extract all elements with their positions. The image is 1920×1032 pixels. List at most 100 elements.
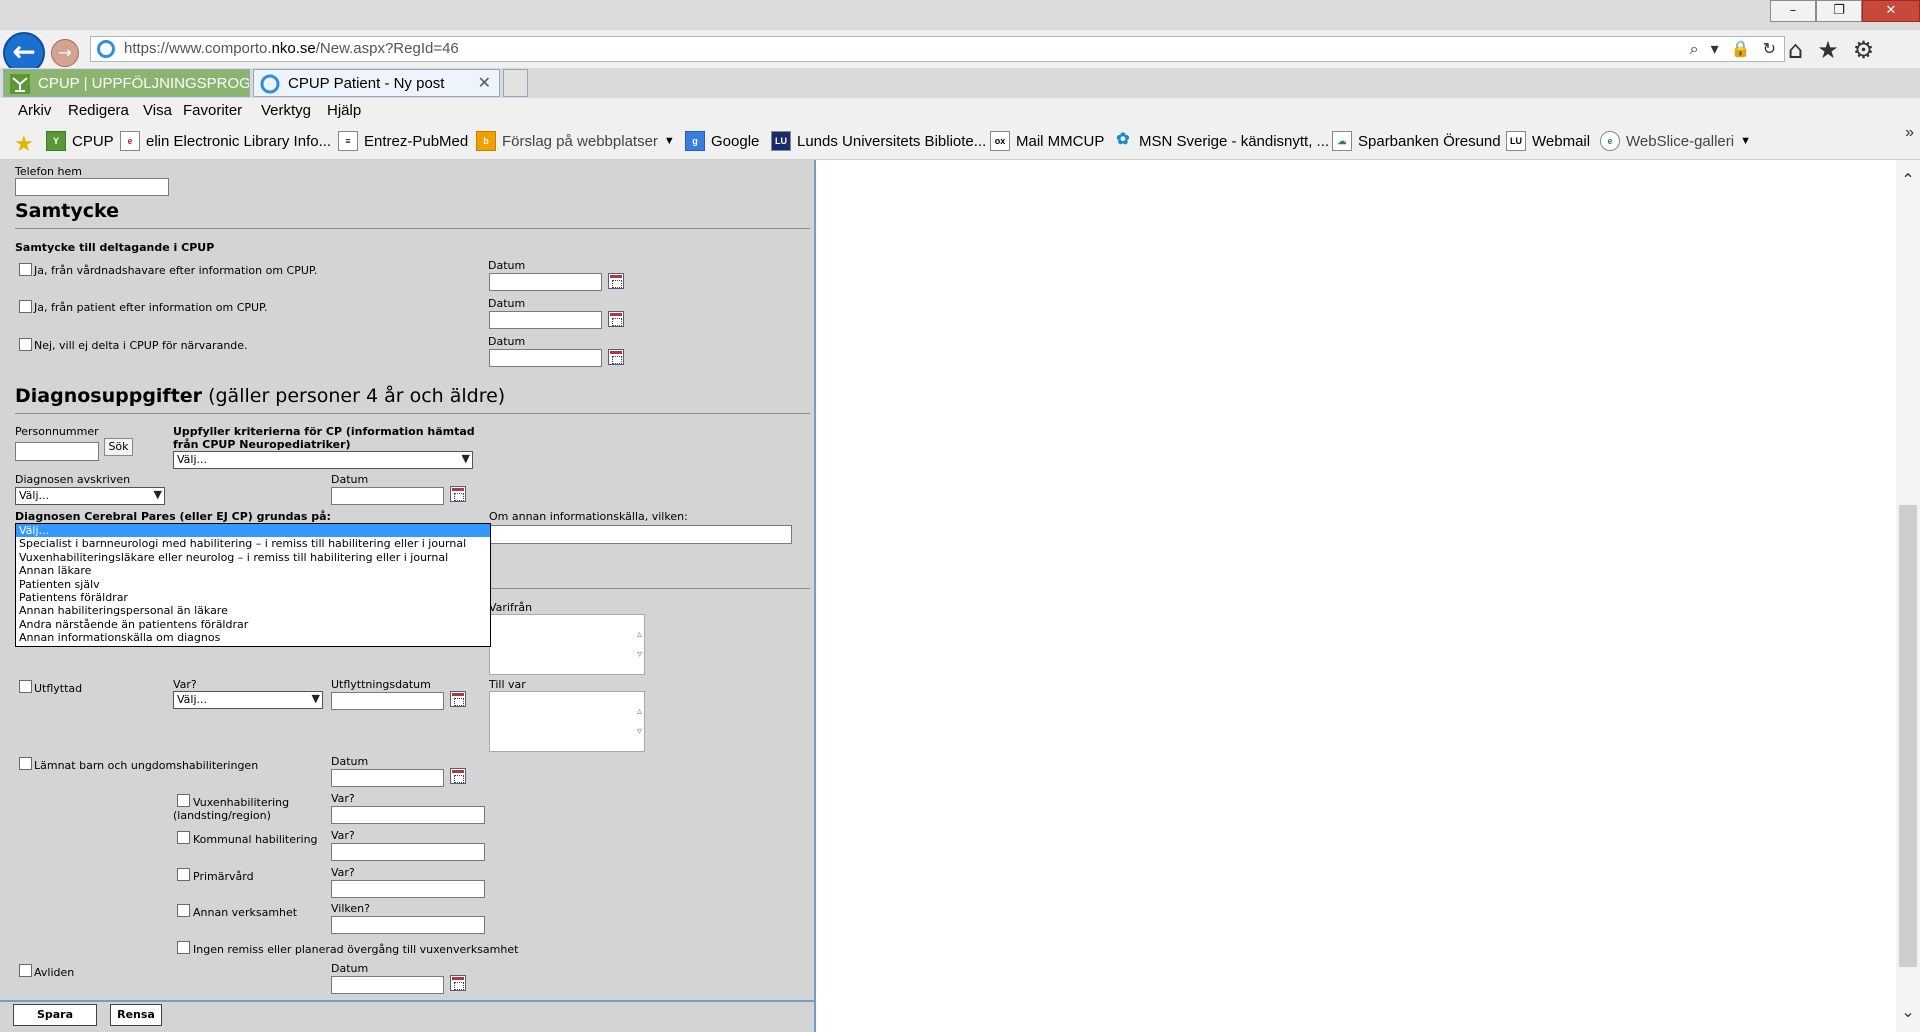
ie-icon — [97, 40, 115, 58]
fav-msn[interactable]: ✿ MSN Sverige - kändisnytt, ... — [1113, 131, 1329, 151]
primarvard-checkbox[interactable] — [177, 868, 190, 881]
menu-hjalp[interactable]: Hjälp — [327, 102, 361, 119]
favorites-star-icon[interactable]: ★ — [1817, 36, 1839, 64]
dropdown-option[interactable]: Andra närstående än patientens föräldrar — [16, 618, 490, 631]
annan-verksamhet-checkbox[interactable] — [177, 904, 190, 917]
chevron-right-icon[interactable]: » — [1905, 124, 1914, 142]
samtycke-datum-1-input[interactable] — [489, 273, 602, 291]
diagnos-heading: Diagnosuppgifter (gäller personer 4 år o… — [15, 385, 506, 407]
annan-verksamhet-vilken-input[interactable] — [331, 916, 485, 934]
calendar-icon[interactable] — [450, 691, 466, 707]
dropdown-option[interactable]: Patienten själv — [16, 578, 490, 591]
vuxenhabilitering-checkbox[interactable] — [177, 794, 190, 807]
kommunal-habilitering-checkbox[interactable] — [177, 831, 190, 844]
refresh-icon[interactable]: ↻ — [1763, 39, 1776, 59]
sok-button[interactable]: Sök — [104, 438, 133, 456]
dropdown-icon[interactable]: ▾ — [1711, 39, 1719, 59]
calendar-icon[interactable] — [450, 975, 466, 991]
page-scrollbar[interactable]: ⌃ ⌄ — [1896, 160, 1920, 1032]
annan-kalla-input[interactable] — [489, 525, 792, 544]
close-tab-icon[interactable]: ✕ — [478, 73, 491, 93]
fav-cpup[interactable]: Y CPUP — [46, 131, 114, 151]
lamnat-checkbox[interactable] — [19, 757, 32, 770]
ingen-remiss-checkbox[interactable] — [177, 941, 190, 954]
telefon-hem-input[interactable] — [15, 178, 169, 196]
calendar-icon[interactable] — [450, 768, 466, 784]
fav-pubmed[interactable]: ≡ Entrez-PubMed — [338, 131, 468, 151]
dropdown-option[interactable]: Välj... — [16, 524, 490, 538]
dropdown-option[interactable]: Patientens föräldrar — [16, 591, 490, 604]
fav-elin[interactable]: e elin Electronic Library Info... — [120, 131, 331, 151]
utflyttningsdatum-input[interactable] — [331, 692, 444, 710]
gear-icon[interactable]: ⚙ — [1853, 36, 1875, 64]
menu-verktyg[interactable]: Verktyg — [261, 102, 311, 119]
lock-icon[interactable]: 🔒 — [1731, 39, 1751, 59]
samtycke-nej-checkbox[interactable] — [19, 338, 32, 351]
primarvard-var-input[interactable] — [331, 880, 485, 898]
grundas-dropdown-list[interactable]: Välj... Specialist i barnneurologi med h… — [15, 523, 491, 647]
personnummer-input[interactable] — [15, 442, 99, 461]
kommunal-var-input[interactable] — [331, 843, 485, 861]
dropdown-option[interactable]: Vuxenhabiliteringsläkare eller neurolog … — [16, 551, 490, 564]
dropdown-option[interactable]: Annan läkare — [16, 564, 490, 577]
menu-bar: Arkiv Redigera Visa Favoriter Verktyg Hj… — [0, 98, 1920, 124]
msn-icon: ✿ — [1116, 131, 1130, 148]
samtycke-vardnadshavare-checkbox[interactable] — [19, 263, 32, 276]
samtycke-patient-checkbox[interactable] — [19, 300, 32, 313]
address-bar[interactable]: https://www.comporto.nko.se/New.aspx?Reg… — [90, 36, 1785, 62]
lamnat-datum-input[interactable] — [331, 769, 444, 787]
tab-cpup-patient[interactable]: CPUP Patient - Ny post ✕ — [253, 69, 500, 97]
scroll-arrows-icon: ▵ ▿ — [636, 629, 642, 660]
fav-lu[interactable]: LU Lunds Universitets Bibliote... — [771, 131, 986, 151]
calendar-icon[interactable] — [450, 486, 466, 502]
add-favorite-icon[interactable]: ★ — [14, 131, 34, 157]
scrollbar-thumb[interactable] — [1899, 505, 1917, 967]
varifran-textarea[interactable]: ▵ ▿ — [489, 614, 645, 675]
varifran-label: Varifrån — [489, 601, 533, 614]
new-tab-button[interactable] — [503, 69, 528, 97]
calendar-icon[interactable] — [608, 273, 624, 289]
fav-sparbanken[interactable]: ☁ Sparbanken Öresund — [1332, 131, 1501, 151]
menu-arkiv[interactable]: Arkiv — [18, 102, 51, 119]
home-icon[interactable]: ⌂ — [1788, 36, 1803, 64]
menu-visa[interactable]: Visa — [143, 102, 172, 119]
fav-webmail[interactable]: LU Webmail — [1506, 131, 1590, 151]
menu-redigera[interactable]: Redigera — [68, 102, 129, 119]
dropdown-option[interactable]: Annan habiliteringspersonal än läkare — [16, 604, 490, 617]
maximize-button[interactable]: ❐ — [1816, 0, 1862, 22]
vuxenhabilitering-var-input[interactable] — [331, 806, 485, 824]
close-window-button[interactable]: ✕ — [1862, 0, 1920, 22]
samtycke-heading: Samtycke — [15, 200, 120, 222]
chevron-down-icon: ▼ — [1740, 135, 1751, 147]
spara-button[interactable]: Spara — [13, 1004, 97, 1026]
fav-mail[interactable]: ox Mail MMCUP — [990, 131, 1104, 151]
scroll-down-icon[interactable]: ⌄ — [1896, 1002, 1920, 1022]
fav-webslice[interactable]: e WebSlice-galleri ▼ — [1600, 131, 1751, 151]
kriterier-select[interactable]: Välj... ▼ — [173, 451, 473, 469]
avliden-checkbox[interactable] — [19, 964, 32, 977]
fav-forslag[interactable]: b Förslag på webbplatser ▼ — [476, 131, 675, 151]
minimize-button[interactable]: – — [1770, 0, 1816, 22]
till-var-textarea[interactable]: ▵ ▿ — [489, 691, 645, 752]
fav-google[interactable]: g Google — [685, 131, 759, 151]
avskriven-select[interactable]: Välj... ▼ — [15, 487, 165, 505]
utflyttad-checkbox[interactable] — [19, 680, 32, 693]
avliden-datum-input[interactable] — [331, 976, 444, 994]
scroll-up-icon[interactable]: ⌃ — [1896, 170, 1920, 190]
rensa-button[interactable]: Rensa — [110, 1004, 162, 1026]
samtycke-datum-3-input[interactable] — [489, 349, 602, 367]
forward-button[interactable]: → — [51, 39, 79, 67]
webslice-icon: e — [1600, 131, 1620, 151]
utflyttad-var-select[interactable]: Välj... ▼ — [173, 691, 323, 709]
menu-favoriter[interactable]: Favoriter — [183, 102, 242, 119]
avskriven-datum-input[interactable] — [331, 487, 444, 505]
calendar-icon[interactable] — [608, 311, 624, 327]
calendar-icon[interactable] — [608, 349, 624, 365]
samtycke-datum-2-input[interactable] — [489, 311, 602, 329]
dropdown-option[interactable]: Annan informationskälla om diagnos — [16, 631, 490, 644]
search-icon[interactable]: ⌕ — [1690, 39, 1699, 59]
avliden-label: Avliden — [34, 966, 75, 979]
dropdown-option[interactable]: Specialist i barnneurologi med habiliter… — [16, 537, 490, 550]
samtycke-patient-label: Ja, från patient efter information om CP… — [34, 301, 268, 314]
tab-cpup-program[interactable]: CPUP | UPPFÖLJNINGSPROGRA... — [3, 69, 250, 97]
